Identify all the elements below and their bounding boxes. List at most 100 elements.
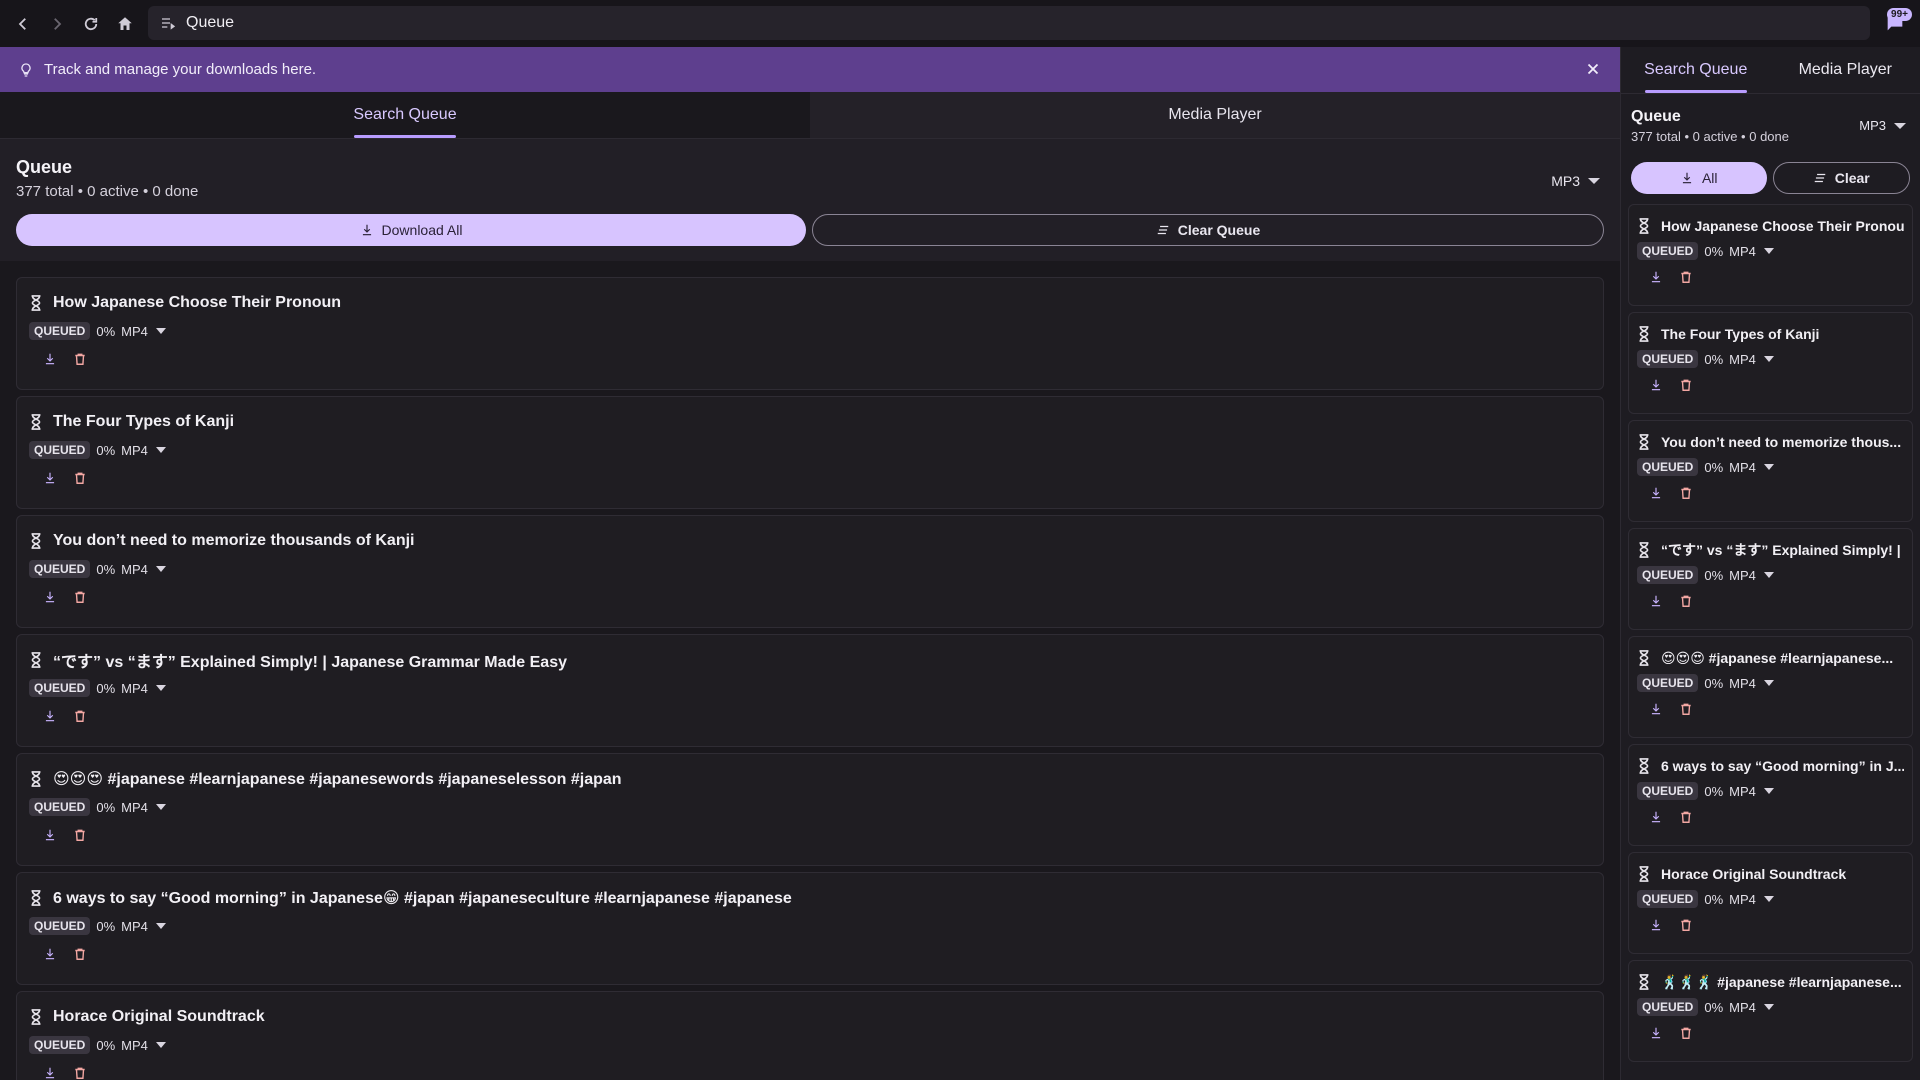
item-format-select[interactable]: MP4 (121, 681, 166, 696)
format-value: MP4 (121, 323, 148, 339)
download-icon (1682, 172, 1692, 184)
item-meta: QUEUED 0% MP4 (1637, 350, 1904, 368)
item-format-select[interactable]: MP4 (1729, 1000, 1774, 1015)
chevron-down-icon (155, 804, 166, 810)
download-icon[interactable] (1649, 270, 1663, 284)
item-progress: 0% (96, 1037, 116, 1053)
tab-search-queue[interactable]: Search Queue (0, 92, 810, 138)
item-format-select[interactable]: MP4 (121, 1038, 166, 1053)
item-format-select[interactable]: MP4 (121, 324, 166, 339)
hourglass-icon (31, 295, 41, 311)
tab-media-player[interactable]: Media Player (810, 92, 1620, 138)
item-format-select[interactable]: MP4 (1729, 352, 1774, 367)
download-icon[interactable] (1649, 486, 1663, 500)
item-format-select[interactable]: MP4 (121, 800, 166, 815)
item-format-select[interactable]: MP4 (1729, 568, 1774, 583)
download-icon[interactable] (43, 352, 57, 366)
item-progress: 0% (96, 918, 116, 934)
item-title-row: The Four Types of Kanji (29, 411, 1591, 433)
item-title: The Four Types of Kanji (53, 413, 235, 430)
trash-icon[interactable] (73, 1066, 87, 1080)
format-value: MP4 (121, 918, 148, 934)
trash-icon[interactable] (73, 352, 87, 366)
item-title: “です” vs “ます” Explained Simply! | Japanes… (53, 654, 568, 671)
item-format-select[interactable]: MP4 (1729, 460, 1774, 475)
item-actions (29, 471, 1591, 485)
download-icon[interactable] (1649, 702, 1663, 716)
download-all-button[interactable]: All (1631, 162, 1767, 194)
clear-queue-button[interactable]: Clear Queue (812, 214, 1604, 246)
item-meta: QUEUED 0% MP4 (29, 1036, 1591, 1054)
item-format-select[interactable]: MP4 (1729, 244, 1774, 259)
download-all-button[interactable]: Download All (16, 214, 806, 246)
clear-queue-button[interactable]: Clear (1772, 162, 1910, 194)
chevron-down-icon (155, 923, 166, 929)
trash-icon[interactable] (1679, 486, 1693, 500)
item-actions (29, 828, 1591, 842)
item-actions (1637, 270, 1904, 284)
download-icon[interactable] (43, 471, 57, 485)
trash-icon[interactable] (73, 709, 87, 723)
trash-icon[interactable] (1679, 378, 1693, 392)
chevron-down-icon (1763, 464, 1774, 470)
download-icon[interactable] (1649, 1026, 1663, 1040)
item-title-row: 6 ways to say “Good morning” in J... (1637, 755, 1904, 777)
hourglass-icon (1639, 866, 1649, 882)
trash-icon[interactable] (1679, 702, 1693, 716)
trash-icon[interactable] (73, 947, 87, 961)
queue-item: 😍😍😍 #japanese #learnjapanese... QUEUED 0… (1628, 636, 1913, 738)
trash-icon[interactable] (1679, 918, 1693, 932)
chevron-down-icon (1894, 122, 1906, 129)
download-icon[interactable] (1649, 918, 1663, 932)
trash-icon[interactable] (1679, 1026, 1693, 1040)
item-actions (1637, 594, 1904, 608)
status-badge: QUEUED (29, 798, 91, 816)
address-bar[interactable]: Queue (148, 6, 1870, 40)
item-meta: QUEUED 0% MP4 (29, 798, 1591, 816)
download-icon[interactable] (43, 828, 57, 842)
close-icon[interactable] (1584, 60, 1602, 78)
download-icon[interactable] (43, 1066, 57, 1080)
item-format-select[interactable]: MP4 (121, 919, 166, 934)
item-title: You don’t need to memorize thous... (1661, 434, 1902, 450)
format-select[interactable]: MP3 (1551, 173, 1600, 189)
item-title: How Japanese Choose Their Pronoun (1661, 218, 1904, 234)
format-value: MP3 (1551, 173, 1580, 189)
item-format-select[interactable]: MP4 (121, 562, 166, 577)
item-meta: QUEUED 0% MP4 (1637, 782, 1904, 800)
side-format-select[interactable]: MP3 (1859, 118, 1906, 133)
trash-icon[interactable] (1679, 594, 1693, 608)
download-icon[interactable] (1649, 594, 1663, 608)
download-icon[interactable] (43, 947, 57, 961)
trash-icon[interactable] (73, 471, 87, 485)
item-format-select[interactable]: MP4 (1729, 676, 1774, 691)
extension-icon[interactable]: 99+ (1882, 8, 1912, 34)
trash-icon[interactable] (1679, 810, 1693, 824)
item-format-select[interactable]: MP4 (121, 443, 166, 458)
back-icon[interactable] (6, 7, 40, 41)
side-tab-media-player[interactable]: Media Player (1771, 47, 1920, 93)
reload-icon[interactable] (74, 7, 108, 41)
status-badge: QUEUED (29, 679, 91, 697)
home-icon[interactable] (108, 7, 142, 41)
forward-icon[interactable] (40, 7, 74, 41)
format-value: MP4 (121, 680, 148, 696)
download-icon[interactable] (43, 590, 57, 604)
queue-item: You don’t need to memorize thous... QUEU… (1628, 420, 1913, 522)
status-badge: QUEUED (1637, 350, 1699, 368)
download-icon[interactable] (1649, 378, 1663, 392)
download-icon[interactable] (43, 709, 57, 723)
item-progress: 0% (1704, 567, 1724, 583)
hourglass-icon (1639, 326, 1649, 342)
item-format-select[interactable]: MP4 (1729, 784, 1774, 799)
download-icon[interactable] (1649, 810, 1663, 824)
item-format-select[interactable]: MP4 (1729, 892, 1774, 907)
chevron-down-icon (1763, 788, 1774, 794)
trash-icon[interactable] (73, 590, 87, 604)
trash-icon[interactable] (73, 828, 87, 842)
hourglass-icon (1639, 650, 1649, 666)
trash-icon[interactable] (1679, 270, 1693, 284)
side-tab-search-queue[interactable]: Search Queue (1621, 47, 1771, 93)
item-title: 6 ways to say “Good morning” in J... (1661, 758, 1904, 774)
item-title-row: The Four Types of Kanji (1637, 323, 1904, 345)
